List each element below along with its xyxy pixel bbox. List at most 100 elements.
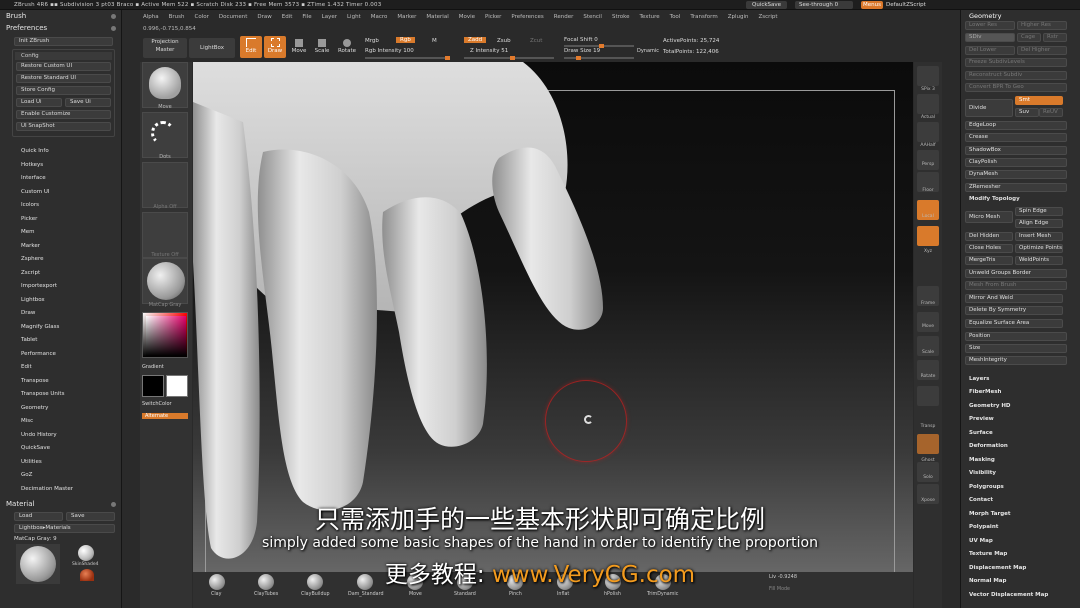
init-zbrush-button[interactable]: Init ZBrush <box>14 37 113 46</box>
menu-texture[interactable]: Texture <box>640 14 660 20</box>
lightbox-button[interactable]: LightBox <box>189 38 235 58</box>
see-through-slider[interactable]: See-through 0 <box>795 1 853 9</box>
preferences-palette-title[interactable]: Preferences <box>0 22 121 34</box>
persp-button[interactable] <box>917 150 939 170</box>
main-color-swatch[interactable] <box>142 375 164 397</box>
size-section[interactable]: Size <box>965 344 1067 353</box>
rgb-intensity-slider[interactable]: Rgb Intensity 100 <box>365 48 414 54</box>
insert-mesh-button[interactable]: Insert Mesh <box>1015 232 1063 241</box>
move-mode-button[interactable]: Move <box>290 36 308 58</box>
alternate-toggle[interactable]: Alternate <box>142 413 188 419</box>
brush-palette-title[interactable]: Brush <box>0 10 121 22</box>
equalize-surface-button[interactable]: Equalize Surface Area <box>965 319 1063 328</box>
palette-close-icon[interactable] <box>111 13 116 19</box>
optimize-points-button[interactable]: Optimize Points <box>1015 244 1063 253</box>
default-zscript-button[interactable]: DefaultZScript <box>886 1 926 9</box>
spix-button[interactable] <box>917 66 939 86</box>
menus-toggle[interactable]: Menus <box>861 1 883 9</box>
mrgb-toggle[interactable]: Mrgb <box>365 38 379 44</box>
close-holes-button[interactable]: Close Holes <box>965 244 1013 253</box>
draw-mode-button[interactable]: Draw <box>264 36 286 58</box>
pref-decimation-master[interactable]: Decimation Master <box>0 483 121 497</box>
align-edge-button[interactable]: Align Edge <box>1015 219 1063 228</box>
reuv-button[interactable]: ReUV <box>1039 108 1063 117</box>
pref-picker[interactable]: Picker <box>0 213 121 227</box>
ui-snapshot-button[interactable]: UI SnapShot <box>16 122 111 131</box>
menu-light[interactable]: Light <box>347 14 361 20</box>
crease-section[interactable]: Crease <box>965 133 1067 142</box>
pref-utilities[interactable]: Utilities <box>0 456 121 470</box>
quicksave-button[interactable]: QuickSave <box>746 1 788 9</box>
menu-file[interactable]: File <box>302 14 311 20</box>
menu-picker[interactable]: Picker <box>485 14 501 20</box>
pref-transpose-units[interactable]: Transpose Units <box>0 388 121 402</box>
menu-transform[interactable]: Transform <box>690 14 717 20</box>
tool-masking[interactable]: Masking <box>969 457 995 463</box>
load-ui-button[interactable]: Load Ui <box>16 98 62 107</box>
pref-draw[interactable]: Draw <box>0 307 121 321</box>
menu-color[interactable]: Color <box>195 14 209 20</box>
smt-toggle[interactable]: Smt <box>1015 96 1063 105</box>
freeze-subdiv-button[interactable]: Freeze SubdivLevels <box>965 58 1067 67</box>
rgb-toggle[interactable]: Rgb <box>396 37 415 43</box>
pref-zsphere[interactable]: Zsphere <box>0 253 121 267</box>
actual-button[interactable] <box>917 94 939 114</box>
menu-zplugin[interactable]: Zplugin <box>728 14 749 20</box>
spin-edge-button[interactable]: Spin Edge <box>1015 207 1063 216</box>
stroke-thumb[interactable] <box>142 112 188 158</box>
gradient-toggle[interactable]: Gradient <box>142 364 188 370</box>
menu-edit[interactable]: Edit <box>282 14 293 20</box>
menu-movie[interactable]: Movie <box>459 14 475 20</box>
tool-deformation[interactable]: Deformation <box>969 443 1008 449</box>
pref-lightbox[interactable]: Lightbox <box>0 294 121 308</box>
micro-mesh-button[interactable]: Micro Mesh <box>965 211 1013 223</box>
xyz-button[interactable] <box>917 226 939 246</box>
meshintegrity-section[interactable]: MeshIntegrity <box>965 356 1067 365</box>
geometry-subpalette-title[interactable]: Geometry <box>961 12 1001 20</box>
transp-button[interactable] <box>917 386 939 406</box>
pref-interface[interactable]: Interface <box>0 172 121 186</box>
aahalf-button[interactable] <box>917 122 939 142</box>
edit-mode-button[interactable]: Edit <box>240 36 262 58</box>
tool-layers[interactable]: Layers <box>969 376 989 382</box>
tool-polygroups[interactable]: Polygroups <box>969 484 1004 490</box>
pref-transpose[interactable]: Transpose <box>0 375 121 389</box>
rotate-mode-button[interactable]: Rotate <box>336 36 358 58</box>
position-section[interactable]: Position <box>965 332 1067 341</box>
edgeloop-section[interactable]: EdgeLoop <box>965 121 1067 130</box>
ghost-button[interactable] <box>917 434 939 454</box>
secondary-color-swatch[interactable] <box>166 375 188 397</box>
tool-preview[interactable]: Preview <box>969 416 994 422</box>
save-ui-button[interactable]: Save Ui <box>65 98 111 107</box>
tool-visibility[interactable]: Visibility <box>969 470 996 476</box>
pref-goz[interactable]: GoZ <box>0 469 121 483</box>
pref-magnify-glass[interactable]: Magnify Glass <box>0 321 121 335</box>
m-toggle[interactable]: M <box>432 38 437 44</box>
pref-quick-info[interactable]: Quick Info <box>0 145 121 159</box>
dynamesh-section[interactable]: DynaMesh <box>965 170 1067 179</box>
mirror-weld-button[interactable]: Mirror And Weld <box>965 294 1063 303</box>
divide-button[interactable]: Divide <box>965 99 1013 117</box>
rstr-button[interactable]: Rstr <box>1043 33 1067 42</box>
sdiv-slider[interactable]: SDiv <box>965 33 1015 42</box>
menu-draw[interactable]: Draw <box>257 14 271 20</box>
pref-custom-ui[interactable]: Custom UI <box>0 186 121 200</box>
tool-vector-displacement-map[interactable]: Vector Displacement Map <box>969 592 1048 598</box>
material-thumb[interactable] <box>142 258 188 304</box>
projection-master-button[interactable]: Projection Master <box>143 38 187 58</box>
enable-customize-button[interactable]: Enable Customize <box>16 110 111 119</box>
tool-fibermesh[interactable]: FiberMesh <box>969 389 1001 395</box>
zremesher-section[interactable]: ZRemesher <box>965 183 1067 192</box>
shadowbox-section[interactable]: ShadowBox <box>965 146 1067 155</box>
pref-edit[interactable]: Edit <box>0 361 121 375</box>
pref-hotkeys[interactable]: Hotkeys <box>0 159 121 173</box>
pref-importexport[interactable]: Importexport <box>0 280 121 294</box>
store-config-button[interactable]: Store Config <box>16 86 111 95</box>
menu-tool[interactable]: Tool <box>670 14 681 20</box>
config-header[interactable]: Config <box>15 52 112 60</box>
alpha-thumb[interactable] <box>142 162 188 208</box>
pref-geometry[interactable]: Geometry <box>0 402 121 416</box>
restore-custom-ui-button[interactable]: Restore Custom UI <box>16 62 111 71</box>
menu-marker[interactable]: Marker <box>397 14 416 20</box>
draw-size-slider[interactable]: Draw Size 19 <box>564 48 600 54</box>
